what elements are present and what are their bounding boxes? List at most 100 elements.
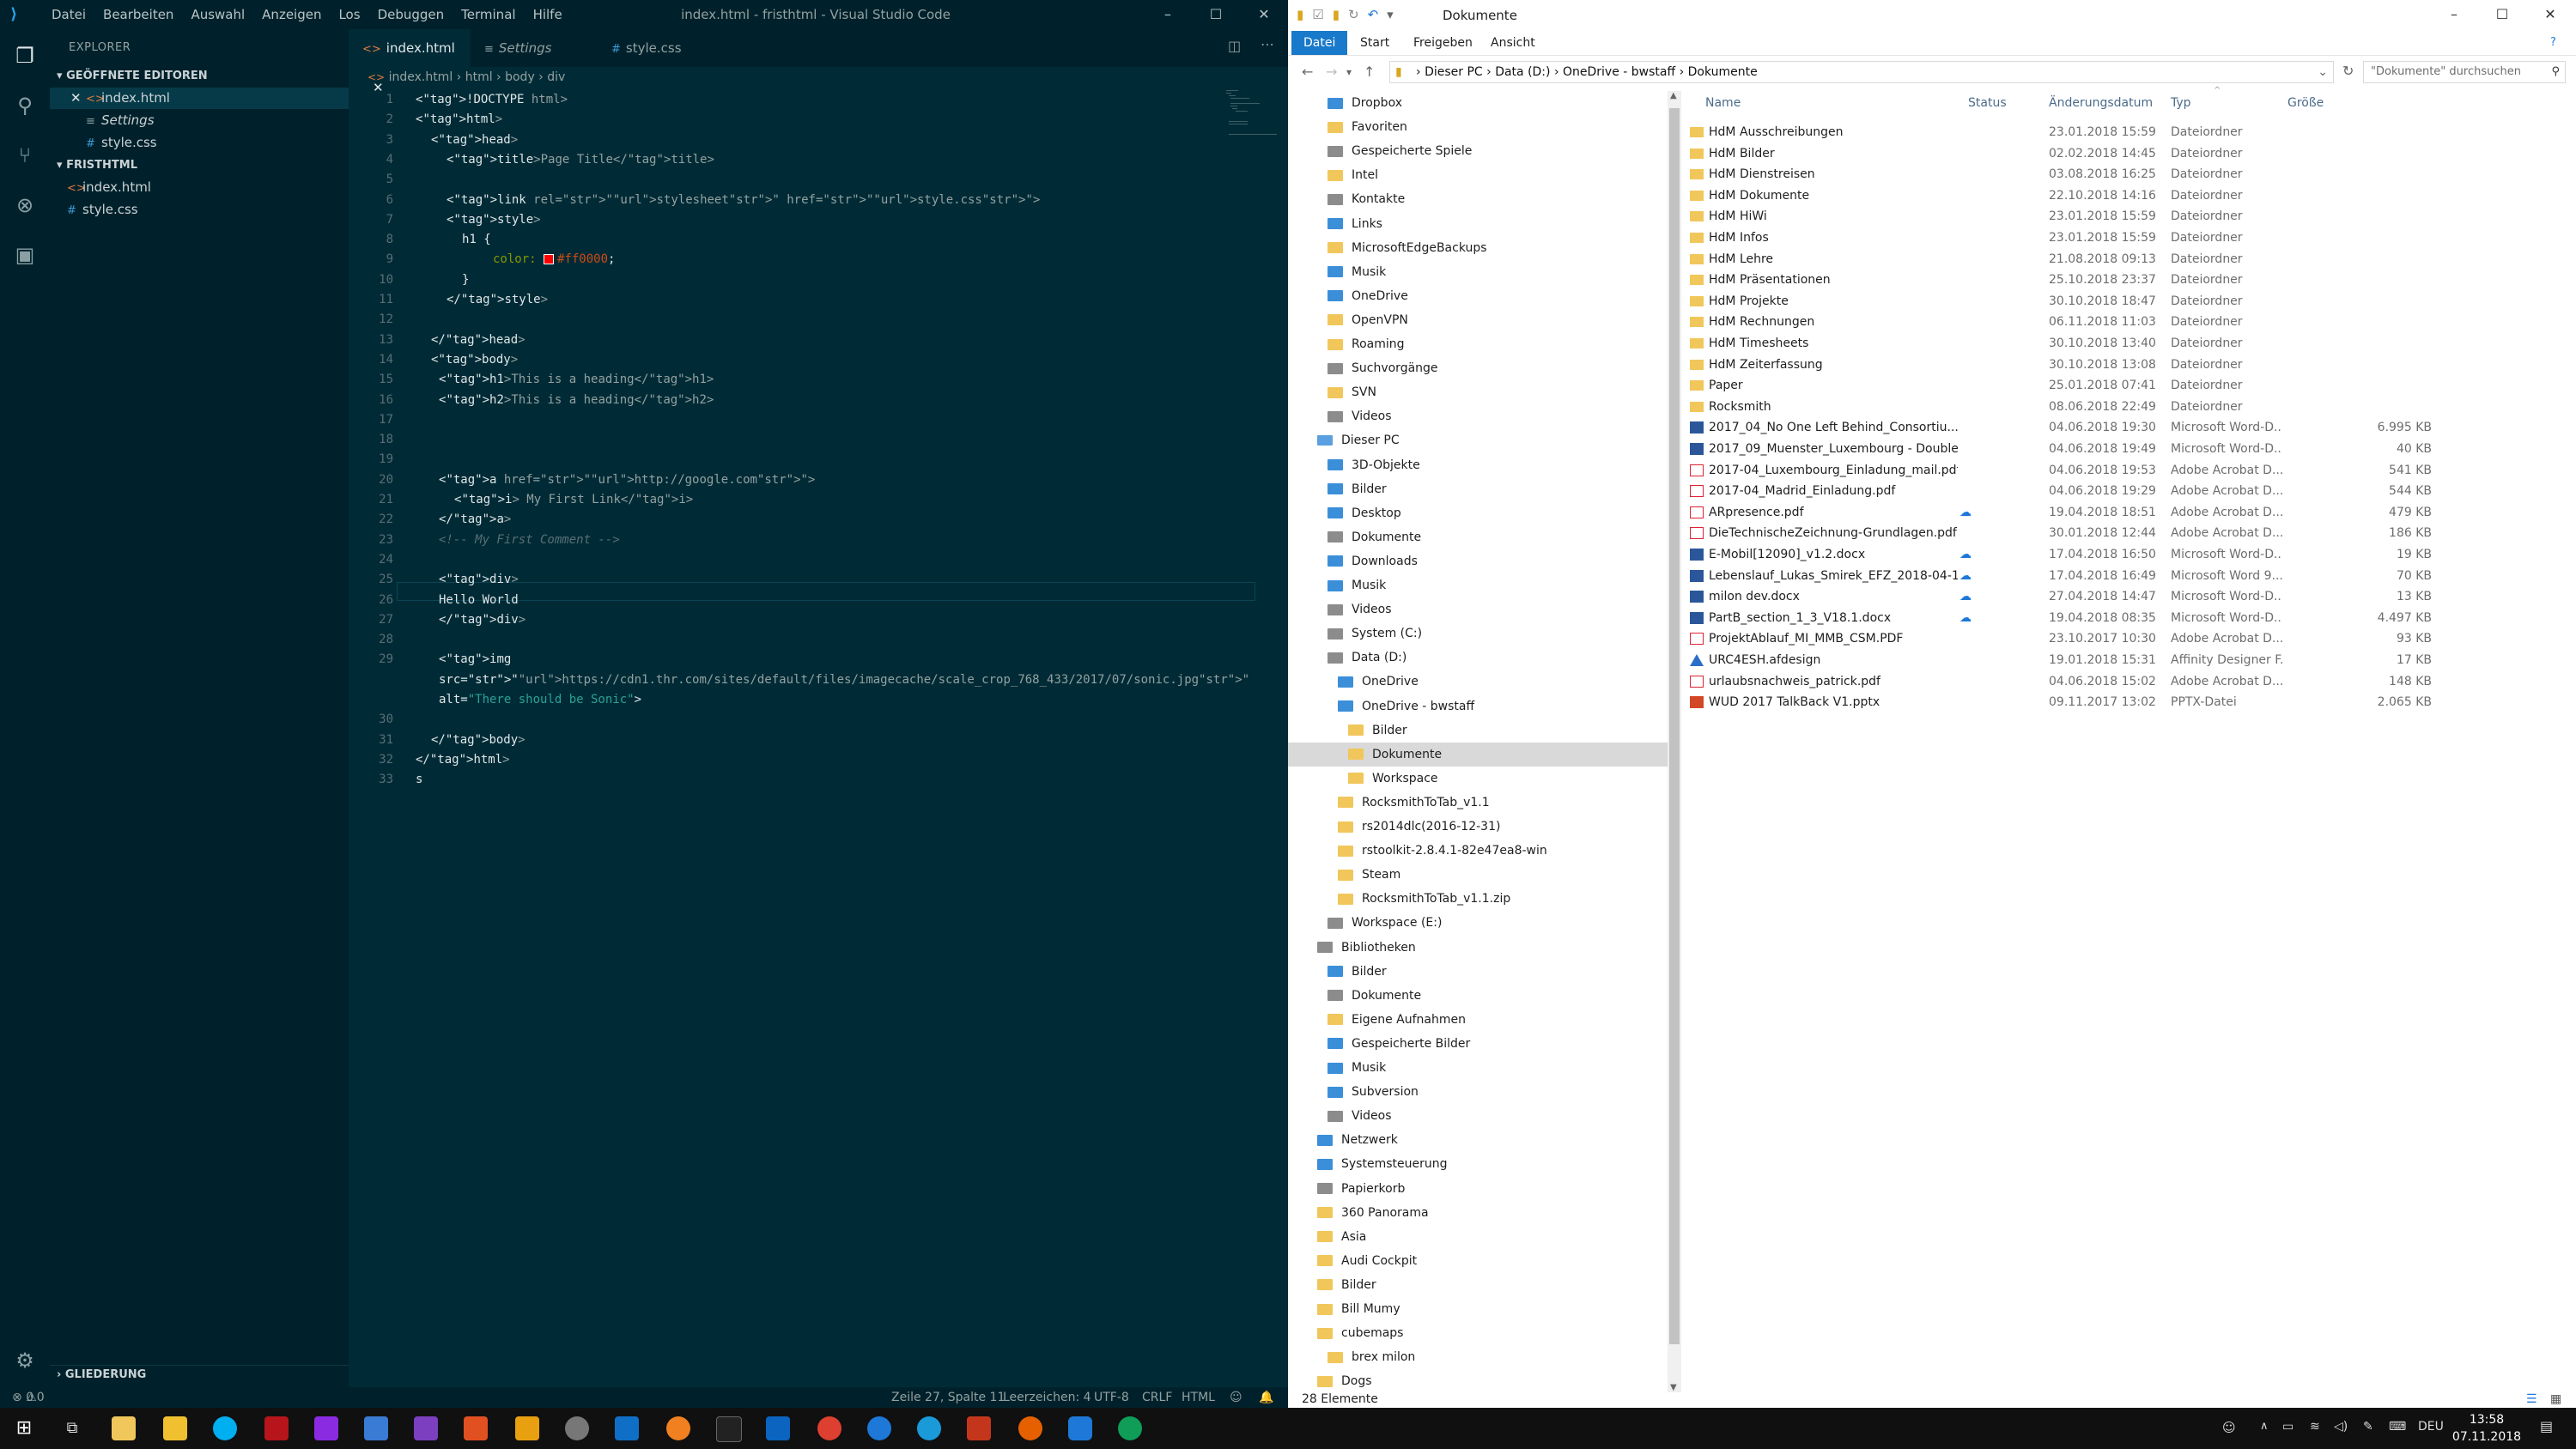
filezilla-icon[interactable] — [264, 1416, 289, 1440]
files-icon[interactable]: ❐ — [10, 41, 39, 70]
powerpoint-icon[interactable] — [967, 1416, 991, 1440]
nav-item[interactable]: Downloads — [1288, 549, 1668, 573]
vlc-icon[interactable] — [515, 1416, 539, 1440]
maximize-icon[interactable]: ☐ — [2478, 0, 2526, 29]
breadcrumb-html[interactable]: html — [465, 70, 493, 84]
open-editor-settings[interactable]: ≡ Settings — [50, 110, 349, 131]
nav-item[interactable]: brex milon — [1288, 1345, 1668, 1369]
close-icon[interactable]: ✕ — [1240, 0, 1288, 29]
nav-item[interactable]: Subversion — [1288, 1080, 1668, 1104]
file-row[interactable]: URC4ESH.afdesign 19.01.2018 15:31 Affinity… — [1681, 650, 2576, 671]
column-name[interactable]: Name — [1705, 91, 1741, 115]
more-actions-icon[interactable]: ⋯ — [1261, 36, 1274, 52]
file-row[interactable]: HdM Lehre 21.08.2018 09:13 Dateiordner — [1681, 249, 2576, 270]
up-icon[interactable]: ↑ — [1364, 64, 1375, 80]
nav-item[interactable]: 360 Panorama — [1288, 1201, 1668, 1225]
office-icon[interactable] — [464, 1416, 488, 1440]
nav-item[interactable]: Eigene Aufnahmen — [1288, 1008, 1668, 1032]
project-file-index[interactable]: <>index.html — [50, 177, 349, 198]
menu-datei[interactable]: Datei — [43, 0, 94, 29]
file-row[interactable]: 2017-04_Madrid_Einladung.pdf 04.06.2018 1… — [1681, 481, 2576, 502]
chevron-up-icon[interactable]: ∧ — [2260, 1420, 2269, 1433]
file-row[interactable]: HdM Infos 23.01.2018 15:59 Dateiordner — [1681, 227, 2576, 249]
blender-icon[interactable] — [666, 1416, 690, 1440]
task-view-icon[interactable]: ⧉ — [60, 1416, 84, 1440]
open-editor-index[interactable]: ✕ <>index.html — [50, 88, 349, 109]
nav-item[interactable]: Steam — [1288, 863, 1668, 887]
battery-icon[interactable]: ▭ — [2282, 1420, 2293, 1434]
file-row[interactable]: Lebenslauf_Lukas_Smirek_EFZ_2018-04-1...… — [1681, 566, 2576, 587]
menu-debuggen[interactable]: Debuggen — [369, 0, 453, 29]
nav-item[interactable]: cubemaps — [1288, 1321, 1668, 1345]
scrollbar-thumb[interactable] — [1669, 108, 1680, 1344]
pen-icon[interactable]: ✎ — [2363, 1420, 2373, 1434]
nav-item[interactable]: Musik — [1288, 573, 1668, 597]
file-row[interactable]: E-Mobil[12090]_v1.2.docx ☁ 17.04.2018 16:5… — [1681, 544, 2576, 566]
new-folder-icon[interactable]: ▮ — [1333, 7, 1340, 22]
menu-anzeigen[interactable]: Anzeigen — [253, 0, 330, 29]
open-editor-style[interactable]: # style.css — [50, 132, 349, 154]
nav-item[interactable]: MicrosoftEdgeBackups — [1288, 236, 1668, 260]
menu-bearbeiten[interactable]: Bearbeiten — [94, 0, 182, 29]
language-indicator[interactable]: DEU — [2418, 1420, 2444, 1434]
nav-item[interactable]: Links — [1288, 212, 1668, 236]
nav-item[interactable]: Gespeicherte Bilder — [1288, 1032, 1668, 1056]
search-icon[interactable]: ⚲ — [10, 91, 39, 120]
nav-item[interactable]: Bilder — [1288, 1273, 1668, 1297]
scroll-down-icon[interactable]: ▼ — [1670, 1383, 1677, 1392]
minimap[interactable] — [1224, 88, 1285, 139]
ribbon-tab-datei[interactable]: Datei — [1291, 31, 1348, 55]
menu-los[interactable]: Los — [330, 0, 368, 29]
file-row[interactable]: HdM Bilder 02.02.2018 14:45 Dateiordner — [1681, 143, 2576, 165]
nav-item[interactable]: Bilder — [1288, 477, 1668, 501]
nav-item[interactable]: Suchvorgänge — [1288, 356, 1668, 380]
address-segment-dokumente[interactable]: Dokumente — [1688, 65, 1758, 79]
extensions-icon[interactable]: ▣ — [10, 240, 39, 270]
debug-icon[interactable]: ⊗ — [10, 191, 39, 220]
back-icon[interactable]: ← — [1302, 64, 1313, 80]
maximize-icon[interactable]: ☐ — [1192, 0, 1240, 29]
language-status[interactable]: HTML — [1182, 1387, 1215, 1408]
file-row[interactable]: DieTechnischeZeichnung-Grundlagen.pdf 30.… — [1681, 523, 2576, 544]
undo-icon[interactable]: ↶ — [1368, 7, 1379, 22]
address-bar[interactable]: ▮ › Dieser PC › Data (D:) › OneDrive - b… — [1389, 61, 2334, 83]
ribbon-tab-freigeben[interactable]: Freigeben — [1401, 31, 1485, 55]
file-row[interactable]: 2017_04_No One Left Behind_Consortiu... 0… — [1681, 417, 2576, 439]
column-type[interactable]: Typ — [2171, 91, 2191, 115]
sticky-app-icon[interactable] — [163, 1416, 187, 1440]
encoding-status[interactable]: UTF-8 — [1094, 1387, 1129, 1408]
split-editor-icon[interactable]: ◫ — [1228, 38, 1241, 54]
nav-item[interactable]: Bilder — [1288, 960, 1668, 984]
file-row[interactable]: ProjektAblauf_MI_MMB_CSM.PDF 23.10.2017 1… — [1681, 628, 2576, 650]
wifi-icon[interactable]: ≋ — [2310, 1420, 2320, 1434]
navigation-pane[interactable]: Dropbox Favoriten Gespeicherte Spiele Intel… — [1288, 91, 1668, 1392]
project-file-style[interactable]: # style.css — [50, 199, 349, 221]
minimize-icon[interactable]: – — [1144, 0, 1192, 29]
file-row[interactable]: 2017-04_Luxembourg_Einladung_mail.pdf 04.… — [1681, 460, 2576, 482]
messenger-icon[interactable] — [1068, 1416, 1092, 1440]
file-row[interactable]: HdM Projekte 30.10.2018 18:47 Dateiordner — [1681, 291, 2576, 312]
column-size[interactable]: Größe — [2287, 91, 2324, 115]
nav-item[interactable]: Systemsteuerung — [1288, 1152, 1668, 1176]
address-segment-drive[interactable]: Data (D:) — [1495, 65, 1550, 79]
chrome-icon[interactable] — [817, 1416, 841, 1440]
nav-item[interactable]: rs2014dlc(2016-12-31) — [1288, 815, 1668, 839]
nav-item[interactable]: Workspace (E:) — [1288, 911, 1668, 935]
details-view-icon[interactable]: ☰ — [2526, 1392, 2537, 1406]
open-editors-section[interactable]: ▾ GEÖFFNETE EDITOREN — [50, 67, 349, 86]
nav-item[interactable]: Workspace — [1288, 767, 1668, 791]
clock[interactable]: 13:58 07.11.2018 — [2444, 1411, 2530, 1446]
nav-item[interactable]: Dogs — [1288, 1369, 1668, 1392]
menu-auswahl[interactable]: Auswahl — [182, 0, 253, 29]
file-row[interactable]: HdM Zeiterfassung 30.10.2018 13:08 Dateior… — [1681, 355, 2576, 376]
people-icon[interactable]: ☺ — [2222, 1420, 2236, 1435]
file-row[interactable]: PartB_section_1_3_V18.1.docx ☁ 19.04.2018 … — [1681, 608, 2576, 629]
file-row[interactable]: Rocksmith 08.06.2018 22:49 Dateiordner — [1681, 397, 2576, 418]
nav-item[interactable]: OneDrive — [1288, 670, 1668, 694]
project-section[interactable]: ▾ FRISTHTML — [50, 156, 349, 175]
file-row[interactable]: milon dev.docx ☁ 27.04.2018 14:47 Microsoft… — [1681, 586, 2576, 608]
nav-item[interactable]: Musik — [1288, 260, 1668, 284]
nav-item[interactable]: Desktop — [1288, 501, 1668, 525]
nav-item[interactable]: RocksmithToTab_v1.1.zip — [1288, 887, 1668, 911]
nav-item[interactable]: Papierkorb — [1288, 1177, 1668, 1201]
